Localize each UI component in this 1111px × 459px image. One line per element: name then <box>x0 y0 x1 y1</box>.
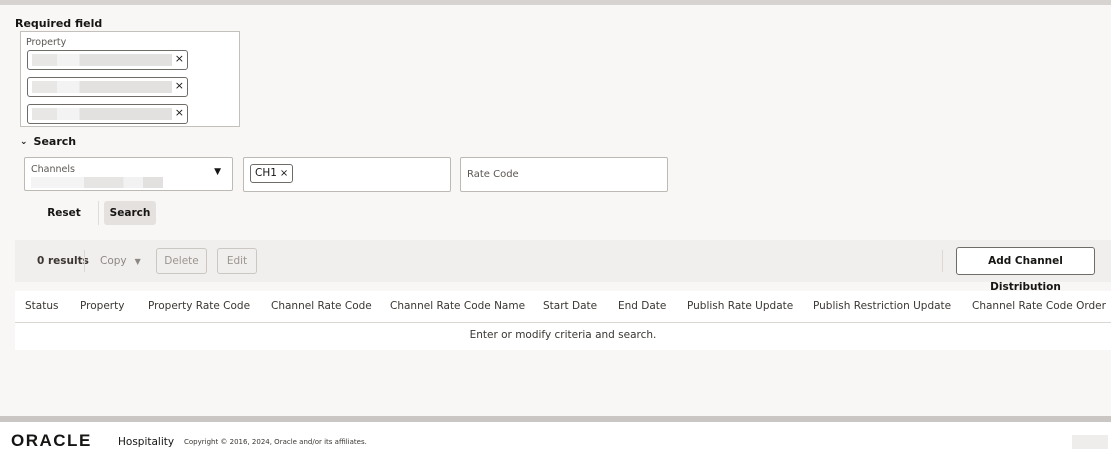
product-name: Hospitality <box>118 436 175 448</box>
delete-button[interactable]: Delete <box>156 248 207 274</box>
chevron-down-icon: ⌄ <box>20 137 28 147</box>
search-button[interactable]: Search <box>104 201 156 225</box>
property-chip[interactable]: × <box>27 77 188 97</box>
column-header[interactable]: Start Date <box>543 300 597 312</box>
footer: ORACLE Hospitality Copyright © 2016, 202… <box>0 422 1111 459</box>
close-icon[interactable]: × <box>280 168 288 179</box>
channel-input[interactable]: CH1 × <box>243 157 451 192</box>
table-header: Status Property Property Rate Code Chann… <box>15 291 1111 323</box>
channel-chip[interactable]: CH1 × <box>250 164 294 183</box>
required-field-label: Required field <box>15 17 103 30</box>
copyright-text: Copyright © 2016, 2024, Oracle and/or it… <box>184 438 367 446</box>
column-header[interactable]: Channel Rate Code Name <box>390 300 525 312</box>
main-content: Required field Property × × × ⌄ Search Ch… <box>0 5 1111 416</box>
divider <box>942 250 943 272</box>
redacted-value <box>31 177 163 188</box>
search-section-label: Search <box>33 135 77 148</box>
column-header[interactable]: Channel Rate Code Order <box>972 300 1106 312</box>
copy-label: Copy <box>100 255 127 267</box>
divider <box>84 250 85 272</box>
redacted-value <box>32 54 172 66</box>
empty-message: Enter or modify criteria and search. <box>469 329 657 341</box>
copy-menu-button[interactable]: Copy ▼ <box>100 255 141 267</box>
oracle-logo: ORACLE <box>11 431 92 450</box>
redacted-value <box>32 108 172 120</box>
results-toolbar: 0 results Copy ▼ Delete Edit Add Channel … <box>15 240 1111 293</box>
column-header[interactable]: Property Rate Code <box>148 300 250 312</box>
column-header[interactable]: Publish Rate Update <box>687 300 793 312</box>
close-icon[interactable]: × <box>175 79 184 92</box>
caret-down-icon[interactable]: ▼ <box>214 167 221 177</box>
channel-chip-label: CH1 <box>255 167 277 179</box>
add-channel-distribution-button[interactable]: Add Channel Distribution <box>956 247 1095 293</box>
table-body: Enter or modify criteria and search. <box>15 323 1111 350</box>
property-chip[interactable]: × <box>27 104 188 124</box>
column-header[interactable]: Publish Restriction Update <box>813 300 951 312</box>
divider <box>98 201 99 225</box>
reset-button[interactable]: Reset <box>40 202 88 224</box>
column-header[interactable]: Status <box>25 300 58 312</box>
column-header[interactable]: Property <box>80 300 124 312</box>
channels-select[interactable]: Channels ▼ <box>24 157 233 191</box>
property-label: Property <box>26 37 67 48</box>
property-chip[interactable]: × <box>27 50 188 70</box>
column-header[interactable]: End Date <box>618 300 666 312</box>
search-section-toggle[interactable]: ⌄ Search <box>20 135 76 148</box>
redacted-value <box>32 81 172 93</box>
results-count: 0 results <box>37 255 89 267</box>
close-icon[interactable]: × <box>175 106 184 119</box>
rate-code-input[interactable]: Rate Code <box>460 157 668 192</box>
column-header[interactable]: Channel Rate Code <box>271 300 372 312</box>
footer-widget <box>1072 435 1108 449</box>
property-selector[interactable]: Property × × × <box>20 31 240 127</box>
close-icon[interactable]: × <box>175 52 184 65</box>
channels-label: Channels <box>31 164 75 175</box>
rate-code-placeholder: Rate Code <box>467 169 519 180</box>
edit-button[interactable]: Edit <box>217 248 257 274</box>
caret-down-icon: ▼ <box>134 257 141 266</box>
